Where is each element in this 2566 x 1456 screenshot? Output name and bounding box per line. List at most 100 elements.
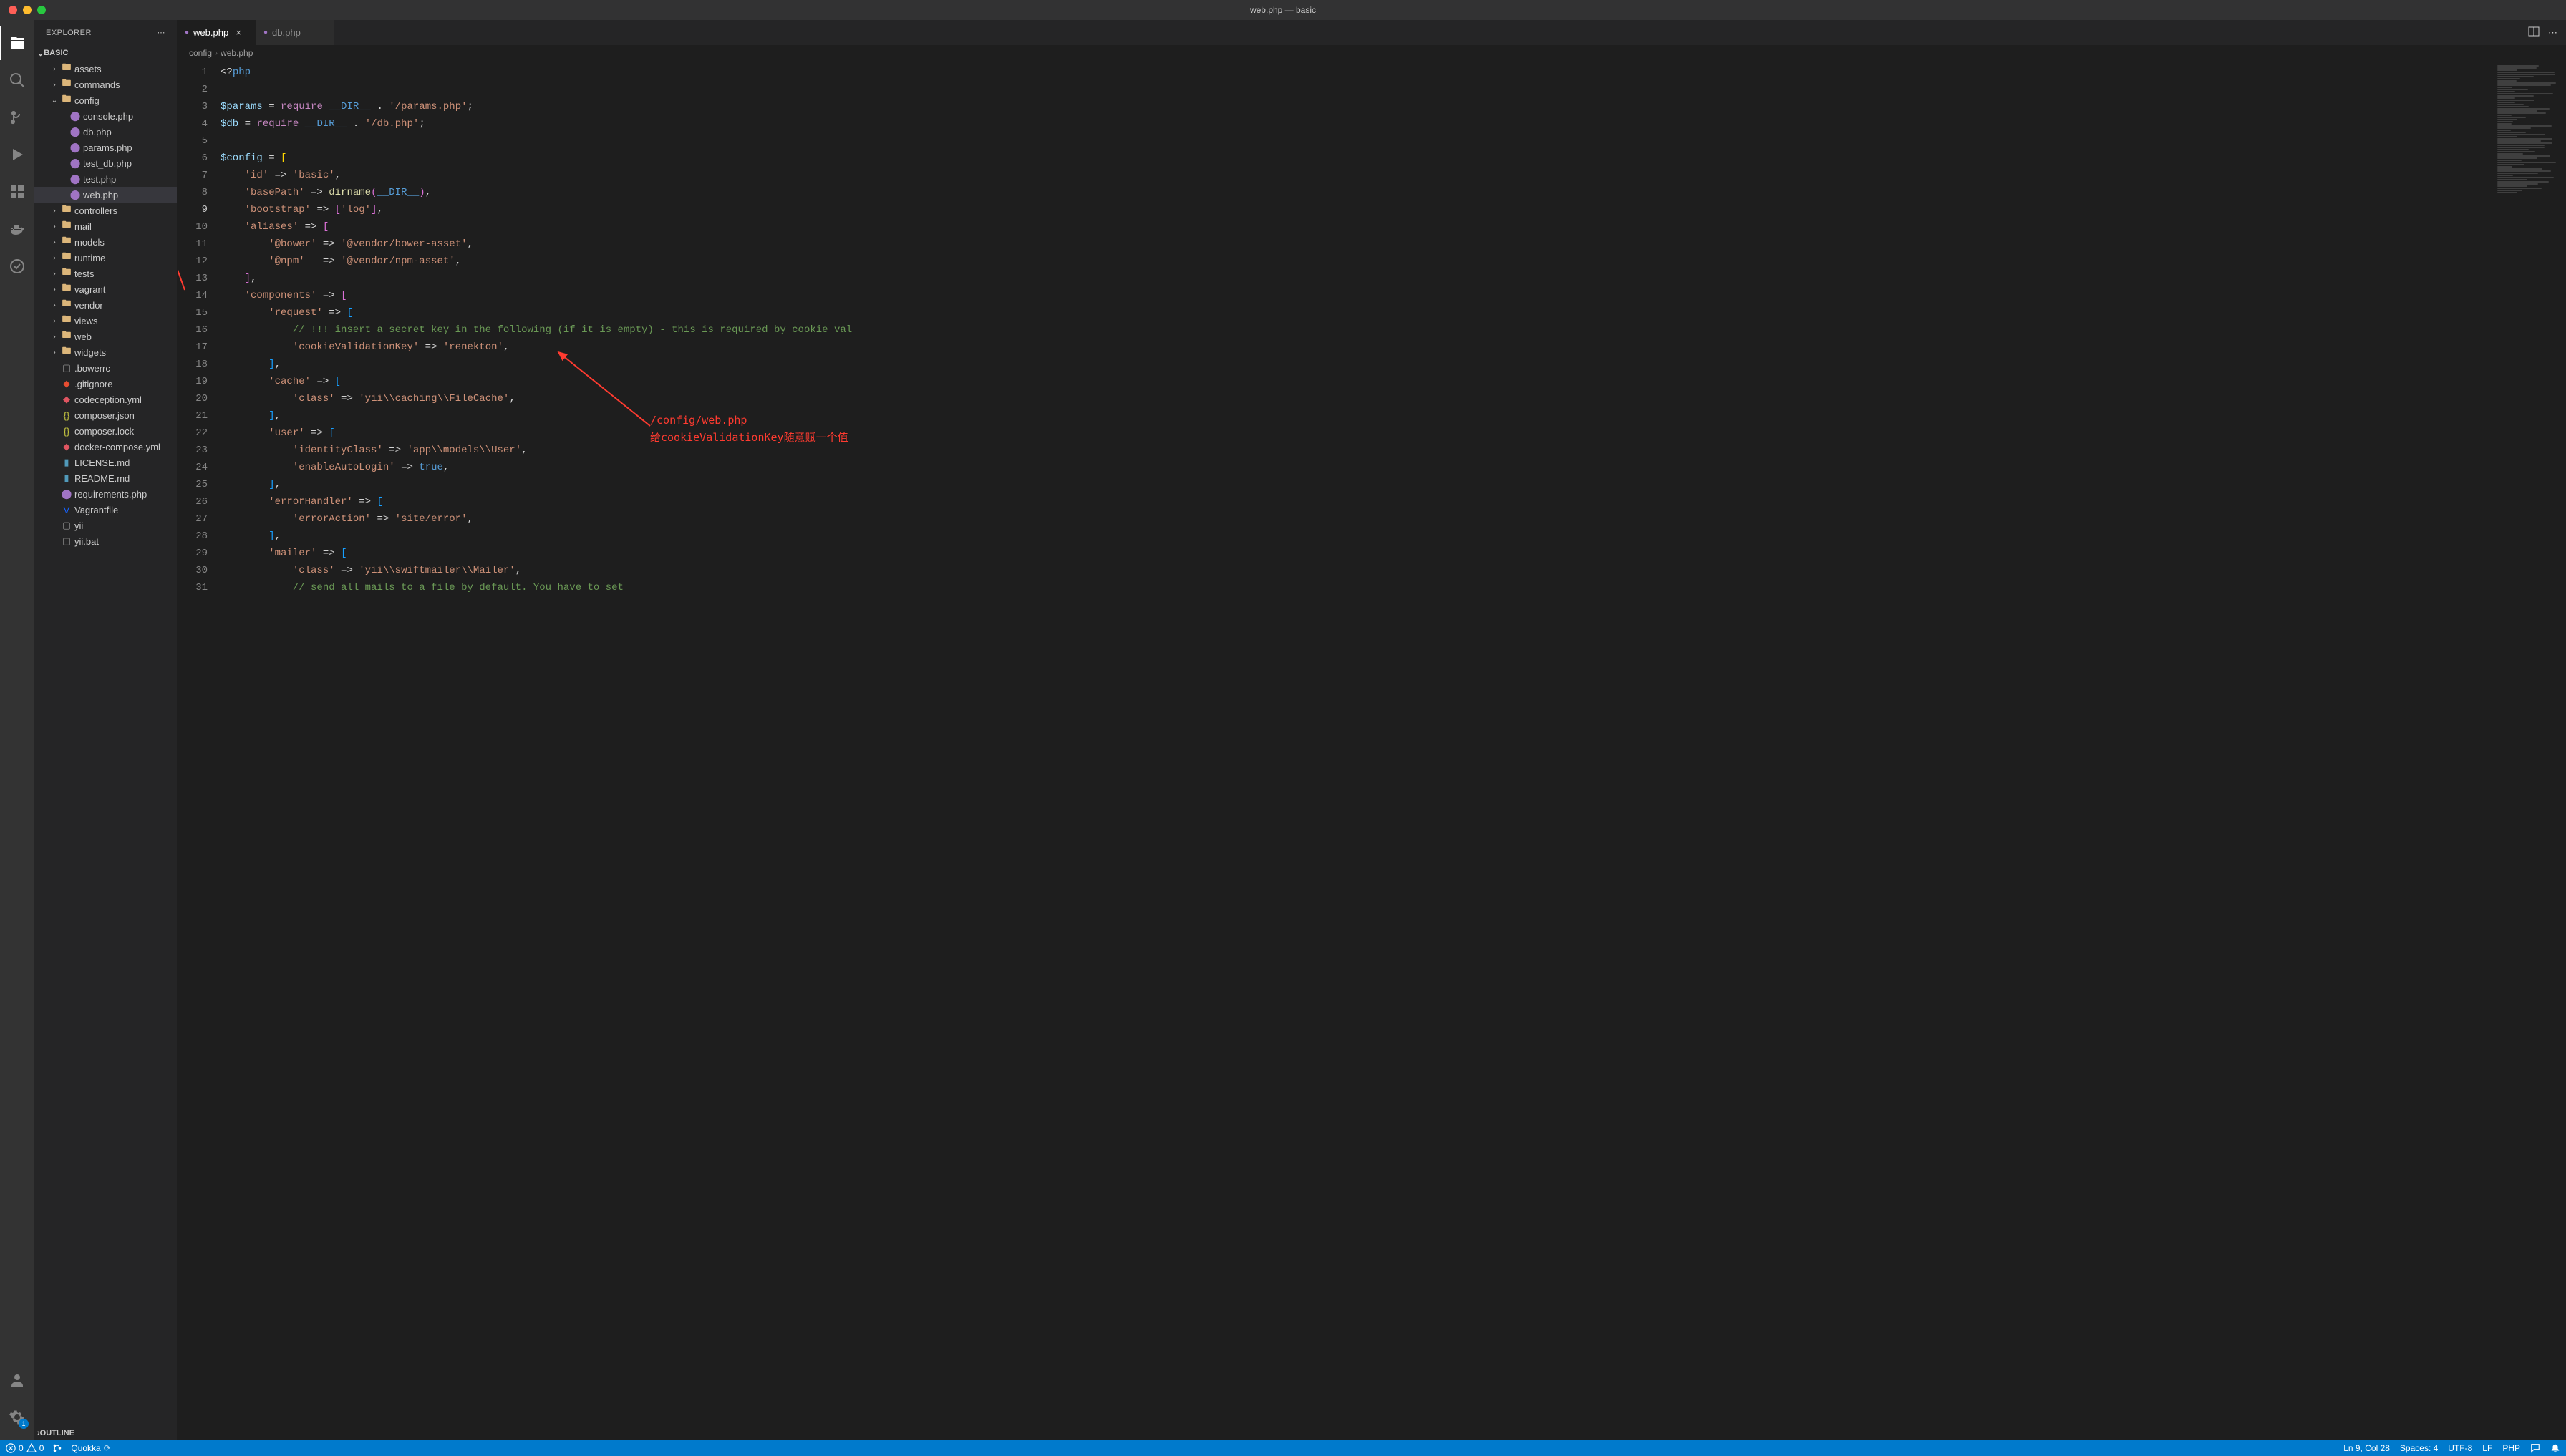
- editor-body[interactable]: 1234567891011121314151617181920212223242…: [178, 61, 2566, 1440]
- file-item[interactable]: ◆docker-compose.yml: [34, 439, 177, 455]
- chevron-icon: ›: [49, 286, 60, 293]
- breadcrumbs[interactable]: config › web.php: [178, 45, 2566, 61]
- more-icon[interactable]: ⋯: [158, 28, 166, 37]
- folder-item[interactable]: ›🖿widgets: [34, 344, 177, 360]
- breadcrumb-item[interactable]: config: [189, 48, 212, 58]
- tree-item-label: tests: [74, 268, 177, 279]
- quokka-icon[interactable]: [0, 249, 34, 283]
- extensions-icon[interactable]: [0, 175, 34, 209]
- chevron-icon: ›: [49, 301, 60, 309]
- close-window-button[interactable]: [9, 6, 17, 14]
- file-item[interactable]: ▢yii: [34, 518, 177, 533]
- file-item[interactable]: ⬤test.php: [34, 171, 177, 187]
- chevron-icon: ›: [49, 254, 60, 262]
- folder-item[interactable]: ›🖿tests: [34, 266, 177, 281]
- folder-item[interactable]: ›🖿controllers: [34, 203, 177, 218]
- tab-db-php[interactable]: ●db.php×: [256, 20, 335, 45]
- tree-item-label: vendor: [74, 300, 177, 311]
- file-item[interactable]: ▢yii.bat: [34, 533, 177, 549]
- file-item[interactable]: ⬤test_db.php: [34, 155, 177, 171]
- file-item[interactable]: {}composer.lock: [34, 423, 177, 439]
- status-feedback-icon[interactable]: [2530, 1443, 2540, 1453]
- folder-item[interactable]: ›🖿mail: [34, 218, 177, 234]
- file-item[interactable]: {}composer.json: [34, 407, 177, 423]
- file-item[interactable]: ▮LICENSE.md: [34, 455, 177, 470]
- folder-item[interactable]: ›🖿assets: [34, 61, 177, 77]
- folder-item[interactable]: ›🖿commands: [34, 77, 177, 92]
- explorer-icon[interactable]: [0, 26, 34, 60]
- tree-item-label: db.php: [83, 127, 177, 137]
- chevron-icon: ›: [49, 349, 60, 356]
- folder-item[interactable]: ›🖿web: [34, 329, 177, 344]
- breadcrumb-item[interactable]: web.php: [221, 48, 253, 58]
- tab-label: db.php: [272, 27, 301, 38]
- project-name: BASIC: [44, 49, 68, 57]
- status-bell-icon[interactable]: [2550, 1443, 2560, 1453]
- file-item[interactable]: ⬤web.php: [34, 187, 177, 203]
- activity-bar: 1: [0, 20, 34, 1440]
- tree-item-label: web: [74, 331, 177, 342]
- tab-web-php[interactable]: ● web.php ×: [178, 20, 256, 45]
- account-icon[interactable]: [0, 1363, 34, 1397]
- project-section[interactable]: ⌄ BASIC: [34, 45, 177, 61]
- chevron-icon: ›: [49, 81, 60, 89]
- window-title: web.php — basic: [1250, 5, 1316, 15]
- file-item[interactable]: ◆.gitignore: [34, 376, 177, 392]
- file-item[interactable]: ▮README.md: [34, 470, 177, 486]
- tree-item-label: requirements.php: [74, 489, 177, 500]
- folder-item[interactable]: ›🖿models: [34, 234, 177, 250]
- status-git[interactable]: [52, 1443, 62, 1453]
- status-encoding[interactable]: UTF-8: [2448, 1443, 2472, 1453]
- folder-item[interactable]: ›🖿vagrant: [34, 281, 177, 297]
- file-item[interactable]: ⬤params.php: [34, 140, 177, 155]
- file-item[interactable]: ⬤db.php: [34, 124, 177, 140]
- file-item[interactable]: ▢.bowerrc: [34, 360, 177, 376]
- tree-item-label: LICENSE.md: [74, 457, 177, 468]
- tab-label: web.php: [193, 27, 228, 38]
- split-editor-icon[interactable]: [2528, 26, 2540, 39]
- settings-icon[interactable]: 1: [0, 1400, 34, 1435]
- window-controls: [0, 6, 46, 14]
- folder-item[interactable]: ›🖿vendor: [34, 297, 177, 313]
- outline-label: OUTLINE: [40, 1429, 74, 1437]
- chevron-icon: ›: [49, 270, 60, 278]
- minimap[interactable]: [2494, 61, 2566, 1440]
- status-spaces[interactable]: Spaces: 4: [2400, 1443, 2438, 1453]
- docker-icon[interactable]: [0, 212, 34, 246]
- chevron-icon: ›: [49, 317, 60, 325]
- tree-item-label: Vagrantfile: [74, 505, 177, 515]
- run-debug-icon[interactable]: [0, 137, 34, 172]
- tab-bar: ● web.php × ●db.php× ⋯: [178, 20, 2566, 45]
- tree-item-label: test_db.php: [83, 158, 177, 169]
- status-eol[interactable]: LF: [2482, 1443, 2492, 1453]
- status-quokka[interactable]: Quokka ⟳: [71, 1443, 110, 1453]
- outline-section[interactable]: › OUTLINE: [34, 1425, 177, 1440]
- close-icon[interactable]: ×: [233, 27, 244, 38]
- file-item[interactable]: ⬤console.php: [34, 108, 177, 124]
- file-tree[interactable]: ›🖿assets›🖿commands⌄🖿config⬤console.php⬤d…: [34, 61, 177, 1425]
- tree-item-label: controllers: [74, 205, 177, 216]
- source-control-icon[interactable]: [0, 100, 34, 135]
- file-item[interactable]: ◆codeception.yml: [34, 392, 177, 407]
- folder-item[interactable]: ›🖿views: [34, 313, 177, 329]
- folder-item[interactable]: ›🖿runtime: [34, 250, 177, 266]
- code-content[interactable]: <?php$params = require __DIR__ . '/param…: [221, 61, 2494, 1440]
- php-icon: ●: [185, 29, 189, 37]
- file-item[interactable]: ⬤requirements.php: [34, 486, 177, 502]
- status-errors[interactable]: 0 0: [6, 1443, 44, 1453]
- minimize-window-button[interactable]: [23, 6, 32, 14]
- folder-item[interactable]: ⌄🖿config: [34, 92, 177, 108]
- chevron-down-icon: ⌄: [37, 49, 44, 58]
- chevron-icon: ›: [49, 223, 60, 230]
- more-actions-icon[interactable]: ⋯: [2548, 27, 2557, 39]
- status-lncol[interactable]: Ln 9, Col 28: [2343, 1443, 2390, 1453]
- status-lang[interactable]: PHP: [2502, 1443, 2520, 1453]
- file-item[interactable]: VVagrantfile: [34, 502, 177, 518]
- chevron-icon: ⌄: [49, 97, 60, 105]
- search-icon[interactable]: [0, 63, 34, 97]
- settings-badge: 1: [19, 1419, 29, 1429]
- titlebar: web.php — basic: [0, 0, 2566, 20]
- maximize-window-button[interactable]: [37, 6, 46, 14]
- tree-item-label: widgets: [74, 347, 177, 358]
- tree-item-label: commands: [74, 79, 177, 90]
